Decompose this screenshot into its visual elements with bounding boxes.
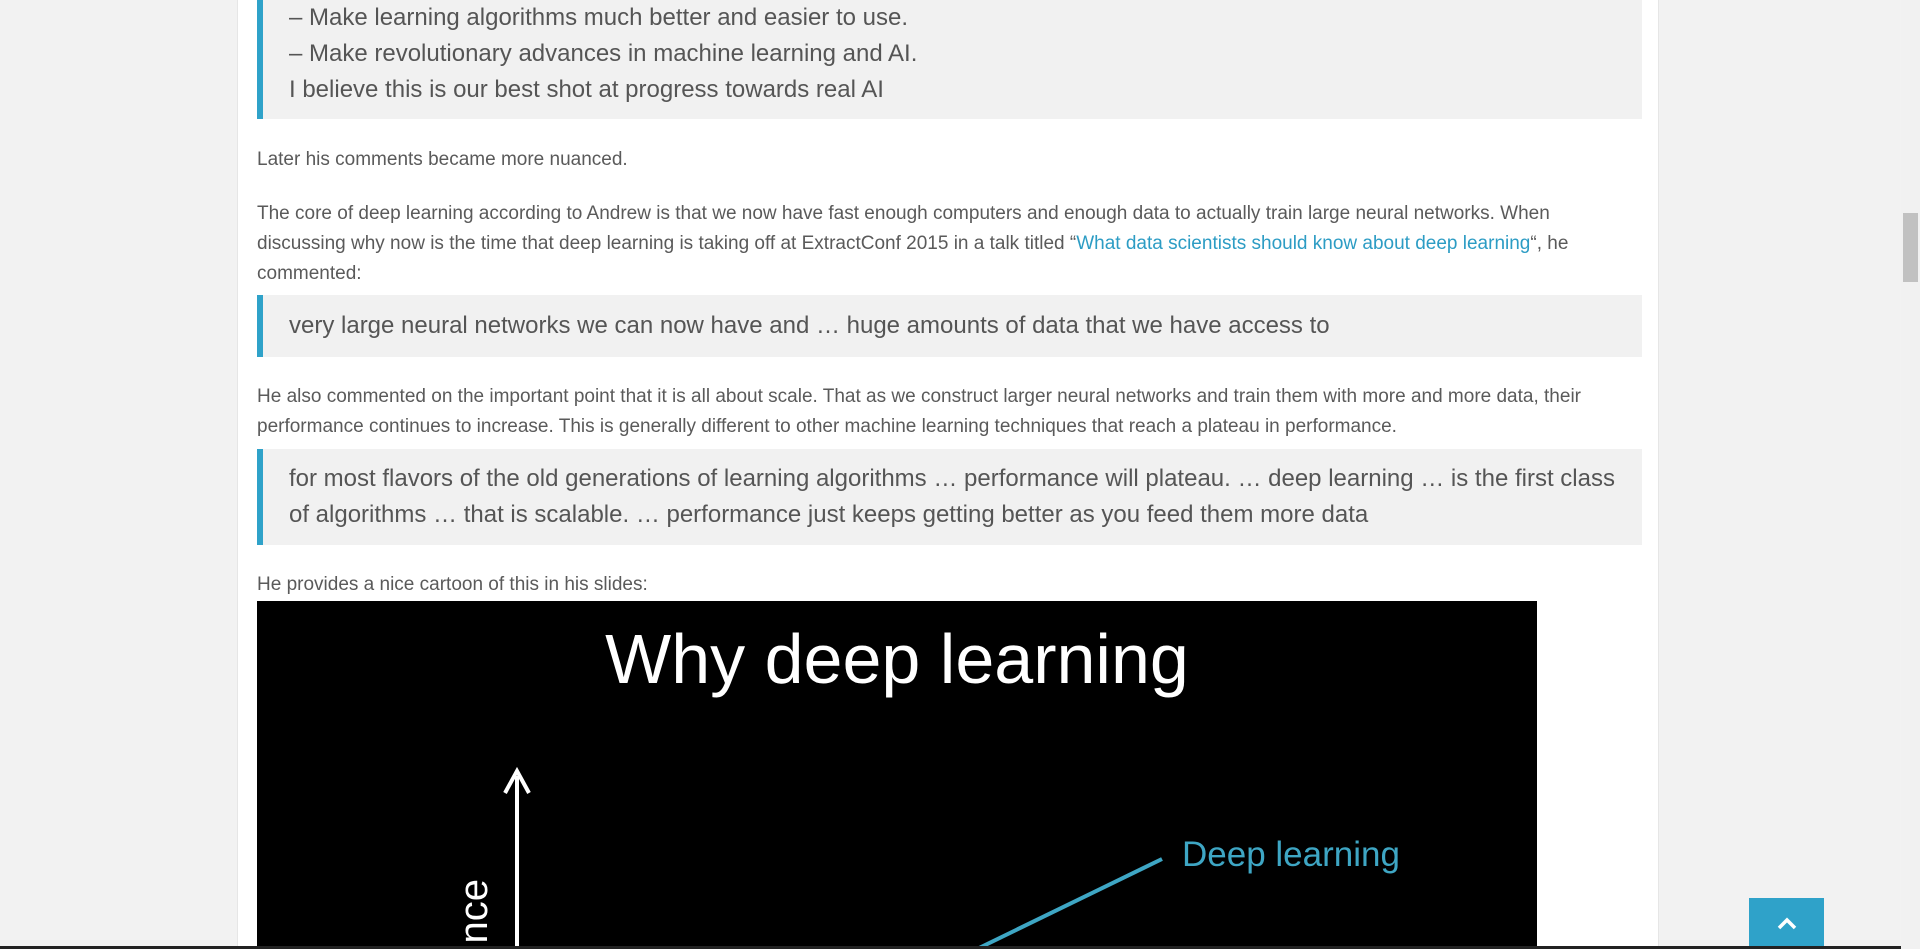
paragraph-nuanced: Later his comments became more nuanced. xyxy=(257,149,628,170)
why-deep-learning-slide: Why deep learning nce Deep learning xyxy=(257,601,1537,949)
quote-scalable: for most flavors of the old generations … xyxy=(257,449,1642,545)
quote-large-networks: very large neural networks we can now ha… xyxy=(257,295,1642,357)
quote-ng-goals: – Make learning algorithms much better a… xyxy=(257,0,1642,119)
y-axis-label: nce xyxy=(452,879,496,944)
slide-graphic: nce Deep learning xyxy=(452,766,1400,949)
talk-link[interactable]: What data scientists should know about d… xyxy=(1076,233,1530,254)
quote-line: I believe this is our best shot at progr… xyxy=(289,76,884,103)
paragraph-scale: He also commented on the important point… xyxy=(257,386,1581,437)
page-scrollbar[interactable] xyxy=(1901,0,1920,949)
quote-text: very large neural networks we can now ha… xyxy=(289,312,1330,339)
deep-learning-label: Deep learning xyxy=(1182,835,1400,874)
deep-learning-line xyxy=(976,857,1163,949)
paragraph-core-of-deep-learning: The core of deep learning according to A… xyxy=(257,199,1642,289)
article-page: – Make learning algorithms much better a… xyxy=(237,0,1659,949)
quote-text: for most flavors of the old generations … xyxy=(289,465,1615,528)
quote-line: – Make revolutionary advances in machine… xyxy=(289,40,918,67)
paragraph-cartoon: He provides a nice cartoon of this in hi… xyxy=(257,574,648,595)
back-to-top-button[interactable] xyxy=(1749,898,1824,949)
chevron-up-icon xyxy=(1777,917,1796,929)
quote-line: – Make learning algorithms much better a… xyxy=(289,4,908,31)
scrollbar-thumb[interactable] xyxy=(1903,213,1918,282)
